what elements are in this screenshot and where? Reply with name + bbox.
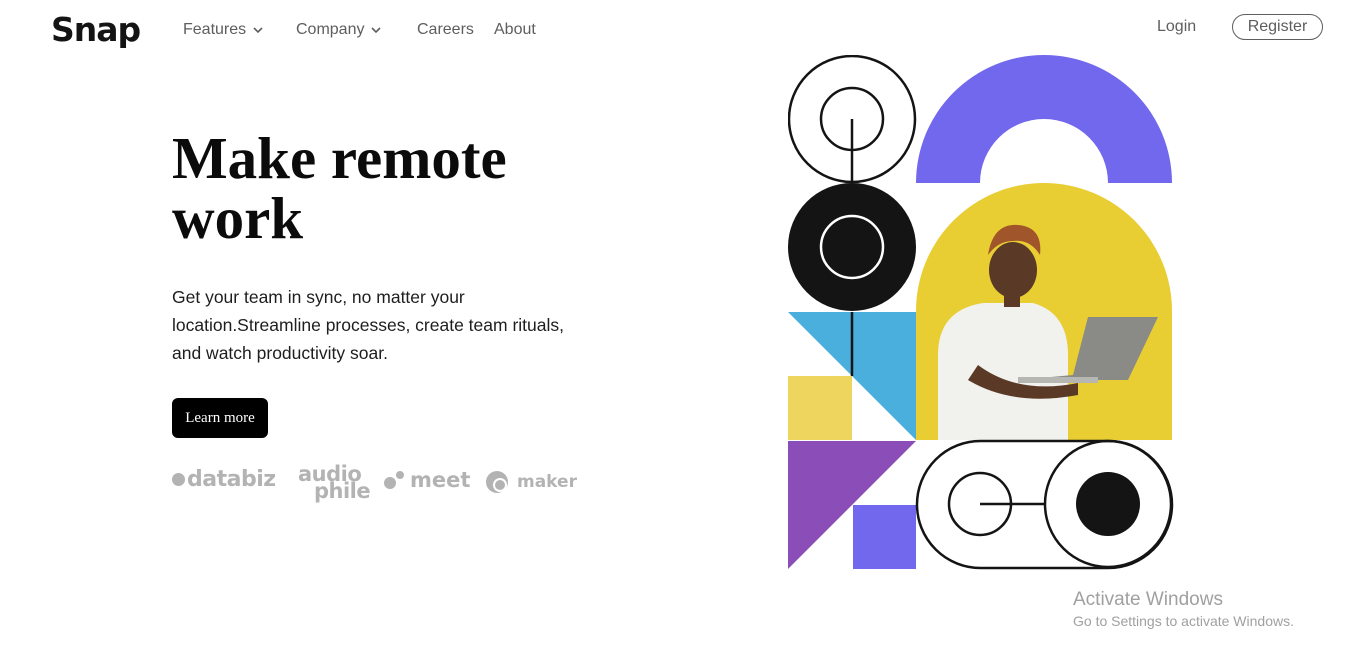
nav-item-label: Company xyxy=(296,21,365,38)
nav-item-label: Careers xyxy=(417,21,474,38)
nav-item-label: About xyxy=(494,21,536,38)
logo[interactable]: Snap xyxy=(51,10,141,49)
learn-more-button[interactable]: Learn more xyxy=(172,398,268,438)
databiz-logo: databiz xyxy=(172,467,276,492)
watermark-title: Activate Windows xyxy=(1073,589,1223,610)
maker-logo-text: maker xyxy=(517,472,577,492)
meet-logo: meet xyxy=(384,468,470,492)
audiophile-logo: audio phile xyxy=(298,464,371,502)
chevron-down-icon xyxy=(253,27,263,34)
nav-item-about[interactable]: About xyxy=(494,21,536,39)
nav-item-label: Features xyxy=(183,21,247,38)
black-circle-shape xyxy=(788,183,916,311)
login-link[interactable]: Login xyxy=(1157,18,1196,36)
purple-arch-shape xyxy=(916,55,1172,183)
activate-windows-watermark: Activate Windows Go to Settings to activ… xyxy=(1073,589,1294,629)
register-button[interactable]: Register xyxy=(1232,14,1323,40)
hero-title: Make remote work xyxy=(172,125,507,251)
maker-mark-icon xyxy=(486,471,508,493)
nav-item-features[interactable]: Features xyxy=(183,21,263,39)
meet-dots-icon xyxy=(384,469,406,491)
nav-item-careers[interactable]: Careers xyxy=(417,21,474,39)
maker-logo: maker xyxy=(485,470,577,494)
yellow-square-shape xyxy=(788,376,852,440)
nav-item-company[interactable]: Company xyxy=(296,21,382,39)
hero-illustration xyxy=(788,55,1174,570)
meet-logo-text: meet xyxy=(410,468,471,492)
watermark-subtitle: Go to Settings to activate Windows. xyxy=(1073,613,1294,629)
databiz-logo-text: databiz xyxy=(187,467,276,492)
chevron-down-icon xyxy=(371,27,382,34)
purple-square-shape xyxy=(853,505,916,569)
capsule-shape xyxy=(915,439,1174,570)
hero-description: Get your team in sync, no matter your lo… xyxy=(172,287,564,363)
databiz-dot-icon xyxy=(172,473,185,486)
client-logos: databiz audio phile meet maker xyxy=(172,462,577,510)
